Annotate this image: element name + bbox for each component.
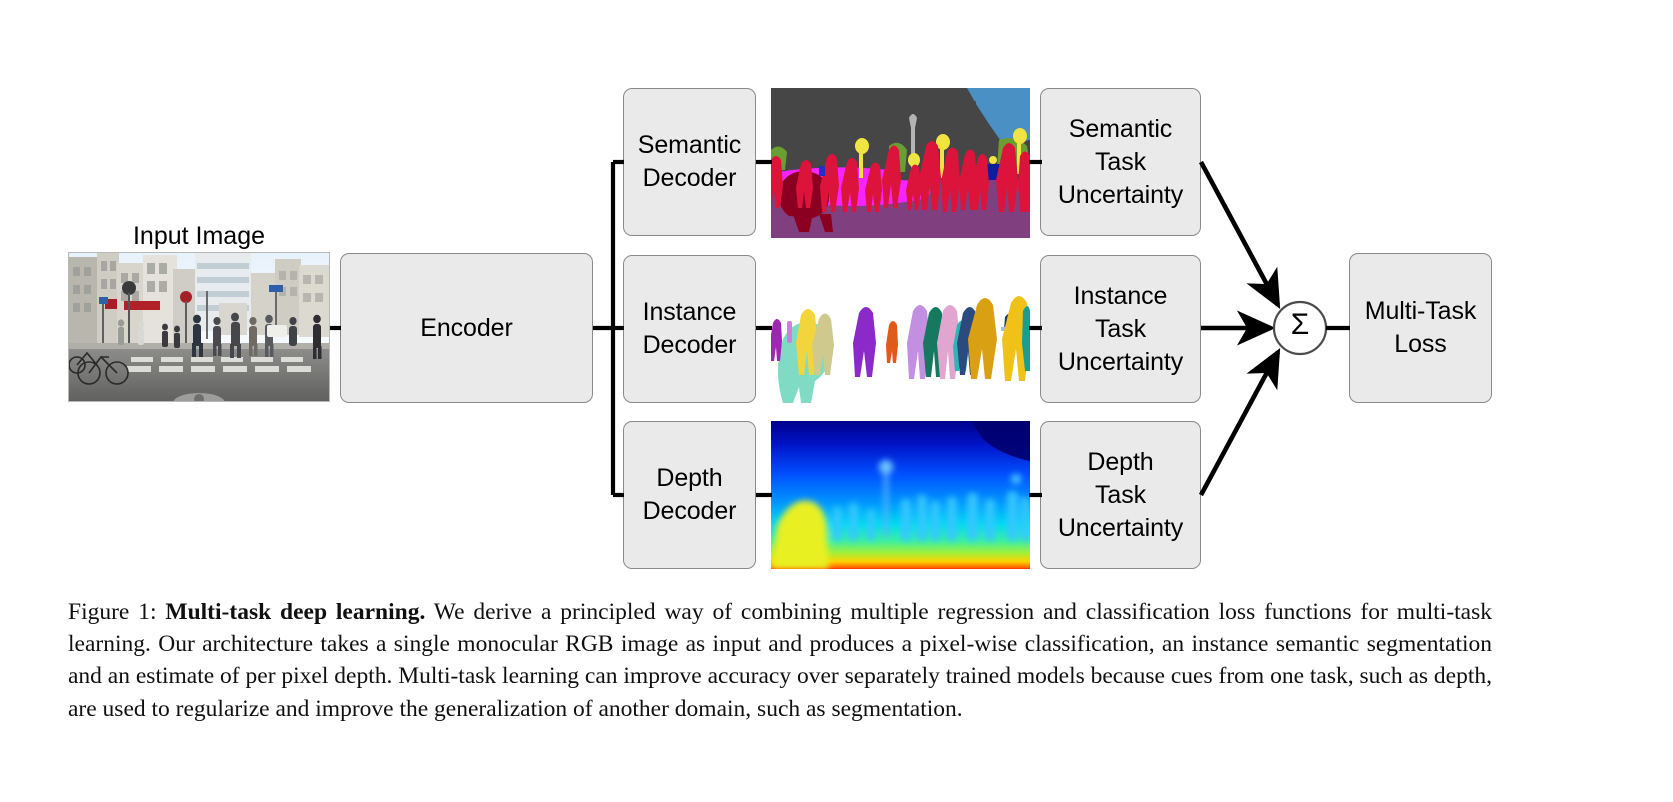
- depth-map-output: [771, 421, 1030, 569]
- semantic-task-uncertainty-label: Semantic Task Uncertainty: [1057, 114, 1184, 209]
- semantic-decoder-label: Semantic Decoder: [637, 131, 742, 192]
- instance-task-uncertainty-label: Instance Task Uncertainty: [1057, 281, 1184, 376]
- semantic-decoder-node[interactable]: Semantic Decoder: [623, 88, 756, 236]
- instance-segmentation-art: [771, 255, 1030, 403]
- multi-task-loss-node[interactable]: Multi-Task Loss: [1349, 253, 1492, 403]
- arrow-semantic-uncertainty-to-sum: [1198, 160, 1281, 310]
- instance-decoder-node[interactable]: Instance Decoder: [623, 255, 756, 403]
- input-image-title: Input Image: [132, 222, 266, 250]
- semantic-segmentation-art: [771, 88, 1030, 238]
- depth-decoder-label: Depth Decoder: [642, 464, 737, 525]
- caption-bold-title: Multi-task deep learning.: [165, 599, 426, 625]
- encoder-node[interactable]: Encoder: [340, 253, 593, 403]
- instance-task-uncertainty-node[interactable]: Instance Task Uncertainty: [1040, 255, 1201, 403]
- encoder-label: Encoder: [420, 313, 513, 342]
- instance-segmentation-output: [771, 255, 1030, 403]
- semantic-segmentation-output: [771, 88, 1030, 238]
- input-photo-art: [69, 253, 329, 401]
- arrow-depth-uncertainty-to-sum: [1198, 347, 1281, 497]
- depth-task-uncertainty-node[interactable]: Depth Task Uncertainty: [1040, 421, 1201, 569]
- depth-decoder-node[interactable]: Depth Decoder: [623, 421, 756, 569]
- depth-map-art: [771, 421, 1030, 569]
- sum-symbol: Σ: [1290, 308, 1310, 341]
- depth-task-uncertainty-label: Depth Task Uncertainty: [1057, 447, 1184, 542]
- input-rgb-photo: [68, 252, 330, 402]
- instance-decoder-label: Instance Decoder: [642, 298, 737, 359]
- figure-container: Input Image Encoder Semantic Decoder Ins…: [0, 0, 1673, 802]
- semantic-task-uncertainty-node[interactable]: Semantic Task Uncertainty: [1040, 88, 1201, 236]
- caption-figure-number: Figure 1:: [68, 599, 157, 625]
- multi-task-loss-label: Multi-Task Loss: [1364, 297, 1477, 358]
- figure-caption: Figure 1: Multi-task deep learning. We d…: [68, 596, 1492, 725]
